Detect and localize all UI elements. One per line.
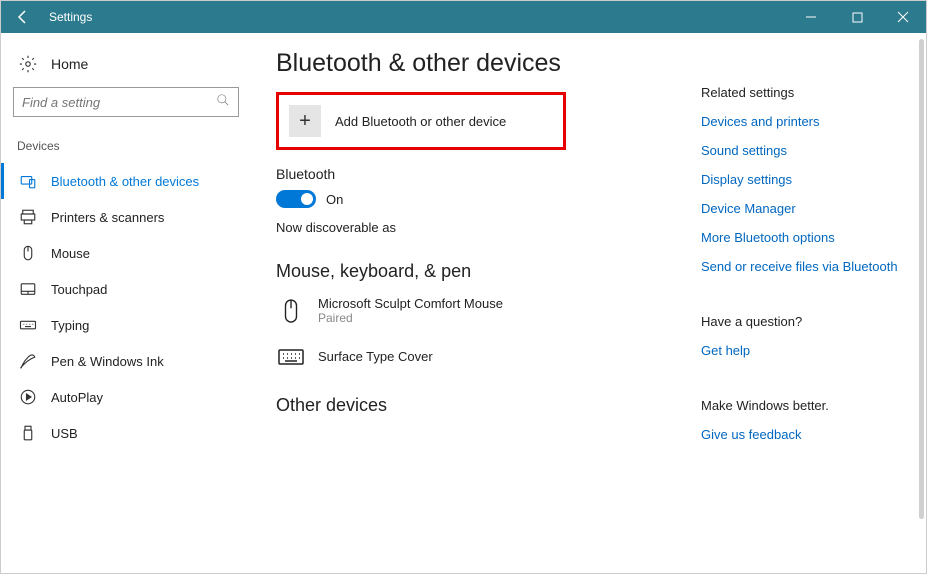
sidebar: Home Devices Bluetooth & other devices P…: [1, 33, 256, 573]
nav-label: Pen & Windows Ink: [51, 354, 164, 369]
device-name: Microsoft Sculpt Comfort Mouse: [318, 296, 503, 311]
bluetooth-toggle-row: On: [276, 190, 681, 208]
titlebar: Settings: [1, 1, 926, 33]
search-icon: [216, 93, 230, 112]
link-send-receive-files[interactable]: Send or receive files via Bluetooth: [701, 259, 908, 274]
device-status: Paired: [318, 311, 503, 325]
nav-label: USB: [51, 426, 78, 441]
devices-icon: [19, 172, 37, 190]
link-display-settings[interactable]: Display settings: [701, 172, 908, 187]
discoverable-text: Now discoverable as: [276, 220, 681, 235]
nav-usb[interactable]: USB: [1, 415, 244, 451]
nav-pen-ink[interactable]: Pen & Windows Ink: [1, 343, 244, 379]
back-button[interactable]: [1, 1, 45, 33]
add-device-button[interactable]: + Add Bluetooth or other device: [285, 101, 557, 141]
window-title: Settings: [45, 10, 92, 24]
search-box[interactable]: [13, 87, 239, 117]
section-other-devices: Other devices: [276, 395, 681, 416]
plus-icon: +: [289, 105, 321, 137]
link-sound-settings[interactable]: Sound settings: [701, 143, 908, 158]
mouse-device-icon: [278, 298, 304, 324]
nav-bluetooth-devices[interactable]: Bluetooth & other devices: [1, 163, 244, 199]
nav-label: AutoPlay: [51, 390, 103, 405]
main-content: Bluetooth & other devices + Add Bluetoot…: [256, 33, 701, 573]
window-controls: [788, 1, 926, 33]
usb-icon: [19, 424, 37, 442]
nav-printers-scanners[interactable]: Printers & scanners: [1, 199, 244, 235]
related-settings-heading: Related settings: [701, 85, 908, 100]
link-give-feedback[interactable]: Give us feedback: [701, 427, 908, 442]
right-column: Related settings Devices and printers So…: [701, 33, 926, 573]
keyboard-icon: [19, 316, 37, 334]
add-device-label: Add Bluetooth or other device: [335, 114, 506, 129]
printer-icon: [19, 208, 37, 226]
pen-icon: [19, 352, 37, 370]
touchpad-icon: [19, 280, 37, 298]
keyboard-device-icon: [278, 343, 304, 369]
nav-typing[interactable]: Typing: [1, 307, 244, 343]
nav-label: Bluetooth & other devices: [51, 174, 199, 189]
scrollbar[interactable]: [919, 39, 924, 519]
nav-autoplay[interactable]: AutoPlay: [1, 379, 244, 415]
device-name: Surface Type Cover: [318, 349, 433, 364]
home-label: Home: [51, 56, 88, 72]
close-button[interactable]: [880, 1, 926, 33]
device-row[interactable]: Surface Type Cover: [276, 343, 681, 369]
nav-mouse[interactable]: Mouse: [1, 235, 244, 271]
toggle-state-label: On: [326, 192, 343, 207]
bluetooth-label: Bluetooth: [276, 166, 681, 182]
have-question-heading: Have a question?: [701, 314, 908, 329]
mouse-icon: [19, 244, 37, 262]
home-button[interactable]: Home: [13, 51, 244, 87]
autoplay-icon: [19, 388, 37, 406]
device-row[interactable]: Microsoft Sculpt Comfort Mouse Paired: [276, 296, 681, 325]
nav-label: Touchpad: [51, 282, 107, 297]
add-device-highlight: + Add Bluetooth or other device: [276, 92, 566, 150]
link-more-bluetooth-options[interactable]: More Bluetooth options: [701, 230, 908, 245]
page-title: Bluetooth & other devices: [276, 49, 681, 78]
gear-icon: [19, 55, 37, 73]
nav-label: Typing: [51, 318, 89, 333]
bluetooth-toggle[interactable]: [276, 190, 316, 208]
nav-touchpad[interactable]: Touchpad: [1, 271, 244, 307]
nav-label: Printers & scanners: [51, 210, 164, 225]
sidebar-section-label: Devices: [13, 139, 244, 163]
search-input[interactable]: [22, 95, 216, 110]
section-mouse-keyboard-pen: Mouse, keyboard, & pen: [276, 261, 681, 282]
make-windows-better-heading: Make Windows better.: [701, 398, 908, 413]
link-device-manager[interactable]: Device Manager: [701, 201, 908, 216]
link-get-help[interactable]: Get help: [701, 343, 908, 358]
nav-label: Mouse: [51, 246, 90, 261]
link-devices-printers[interactable]: Devices and printers: [701, 114, 908, 129]
minimize-button[interactable]: [788, 1, 834, 33]
maximize-button[interactable]: [834, 1, 880, 33]
